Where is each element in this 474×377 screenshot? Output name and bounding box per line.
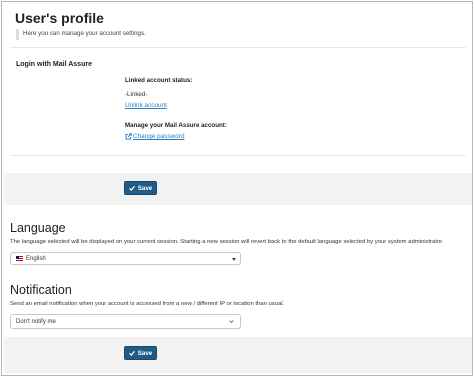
language-select-value: English	[26, 255, 46, 262]
linked-status-value: -Linked-	[125, 91, 148, 98]
language-description: The language selected will be displayed …	[10, 239, 444, 245]
chevron-down-icon	[229, 319, 234, 323]
unlink-account-link[interactable]: Unlink account	[125, 102, 167, 109]
save-bar-bottom: Save	[4, 337, 472, 373]
check-icon	[128, 350, 135, 356]
notification-select-value: Don't notify me	[16, 318, 56, 325]
page-title: User's profile	[15, 10, 104, 26]
page-subtitle: Here you can manage your account setting…	[23, 30, 146, 37]
notification-description: Send an email notification when your acc…	[10, 301, 285, 307]
dropdown-caret-icon	[232, 257, 236, 261]
divider	[10, 155, 466, 156]
notification-select[interactable]: Don't notify me	[10, 314, 241, 329]
language-heading: Language	[10, 221, 66, 235]
save-button-label: Save	[137, 349, 153, 357]
notification-heading: Notification	[10, 283, 72, 297]
save-button[interactable]: Save	[124, 346, 157, 360]
save-button[interactable]: Save	[124, 181, 157, 195]
linked-status-label: Linked account status:	[125, 77, 193, 84]
profile-page: User's profile Here you can manage your …	[1, 1, 473, 376]
manage-account-label: Manage your Mail Assure account:	[125, 122, 227, 129]
login-section-label: Login with Mail Assure	[16, 61, 92, 68]
uk-flag-icon	[16, 256, 23, 261]
check-icon	[128, 185, 135, 191]
language-select[interactable]: English	[10, 252, 241, 265]
divider	[10, 47, 466, 48]
subtitle-accent	[16, 29, 19, 40]
change-password-link[interactable]: Change password	[133, 133, 185, 140]
external-link-icon	[125, 133, 132, 140]
save-button-label: Save	[137, 184, 153, 192]
save-bar: Save	[4, 173, 472, 205]
